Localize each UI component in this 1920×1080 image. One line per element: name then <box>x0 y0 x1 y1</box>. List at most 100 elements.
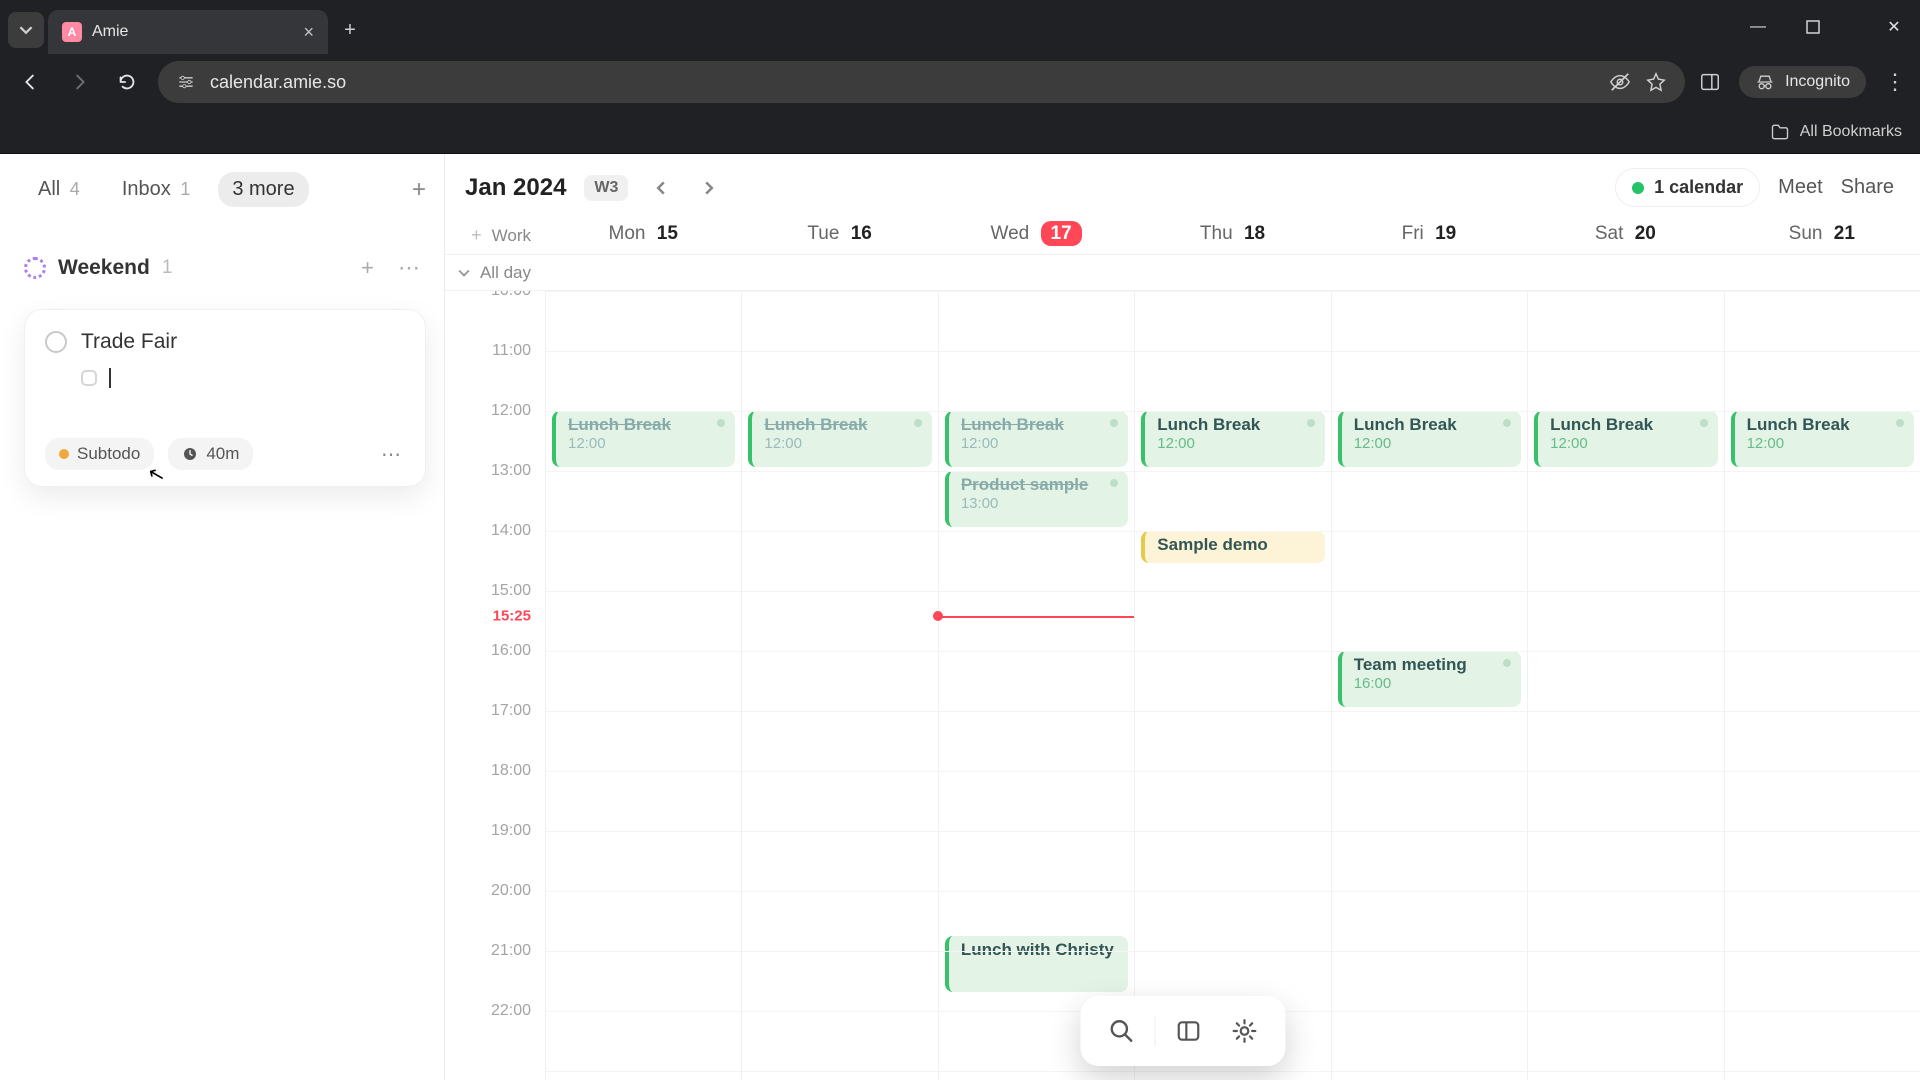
time-label: 19:00 <box>491 822 531 840</box>
tab-title: Amie <box>92 23 128 41</box>
calendar-picker-label: 1 calendar <box>1654 177 1743 198</box>
subtodo-chip[interactable]: Subtodo <box>45 438 154 470</box>
list-color-icon <box>24 257 46 279</box>
share-button[interactable]: Share <box>1841 176 1894 199</box>
time-label: 13:00 <box>491 462 531 480</box>
calendar-event[interactable]: Lunch Break12:00 <box>552 411 735 467</box>
event-status-dot-icon <box>1307 419 1315 427</box>
day-column[interactable]: Lunch Break12:00 <box>545 291 741 1080</box>
dock-separator <box>1154 1016 1155 1046</box>
day-header[interactable]: Tue 16 <box>741 217 937 255</box>
prev-week-button[interactable] <box>646 177 676 199</box>
window-close-button[interactable]: ✕ <box>1874 17 1914 37</box>
time-label: 11:00 <box>492 342 531 360</box>
filter-inbox-count: 1 <box>180 179 190 199</box>
filter-inbox[interactable]: Inbox 1 <box>108 172 205 207</box>
time-label: 15:00 <box>491 582 531 600</box>
layout-icon <box>1175 1018 1201 1044</box>
day-header[interactable]: Fri 19 <box>1331 217 1527 255</box>
list-more-button[interactable]: ⋯ <box>392 255 426 281</box>
time-label: 20:00 <box>491 882 531 900</box>
calendar-event[interactable]: Lunch Break12:00 <box>1534 411 1717 467</box>
work-row-label: Work <box>492 226 531 246</box>
calendar-event[interactable]: Lunch Break12:00 <box>1338 411 1521 467</box>
window-maximize-button[interactable] <box>1806 20 1846 34</box>
kebab-menu-icon[interactable]: ⋮ <box>1884 69 1906 95</box>
url-text: calendar.amie.so <box>210 72 346 93</box>
list-count: 1 <box>162 257 173 279</box>
subtodo-input-caret[interactable] <box>109 368 111 388</box>
bookmarks-folder-icon[interactable] <box>1770 122 1790 142</box>
calendar-event[interactable]: Team meeting16:00 <box>1338 651 1521 707</box>
day-column[interactable]: Lunch Break12:00 <box>741 291 937 1080</box>
day-header[interactable]: Wed 17 <box>938 217 1134 255</box>
calendar-picker[interactable]: 1 calendar <box>1615 168 1760 207</box>
collapse-allday-button[interactable] <box>458 267 470 279</box>
calendar-event[interactable]: Lunch Break12:00 <box>1731 411 1914 467</box>
month-label[interactable]: Jan 2024 <box>465 174 566 202</box>
time-label: 17:00 <box>491 702 531 720</box>
event-status-dot-icon <box>1700 419 1708 427</box>
settings-button[interactable] <box>1221 1008 1267 1054</box>
todo-card[interactable]: Trade Fair Subtodo 40m ⋯ <box>24 309 426 487</box>
clock-icon <box>182 446 198 462</box>
window-minimize-button[interactable]: ― <box>1738 18 1778 36</box>
browser-tab[interactable]: A Amie × <box>48 10 328 54</box>
day-column[interactable]: Lunch Break12:00 <box>1527 291 1723 1080</box>
tracking-icon[interactable] <box>1609 71 1631 93</box>
search-icon <box>1108 1018 1134 1044</box>
time-label: 22:00 <box>491 1002 531 1020</box>
list-name[interactable]: Weekend <box>58 256 150 280</box>
day-header[interactable]: Sun 21 <box>1724 217 1920 255</box>
calendar-event[interactable]: Lunch Break12:00 <box>1141 411 1324 467</box>
sidebar: All 4 Inbox 1 3 more + Weekend 1 + ⋯ Tra… <box>0 154 445 1080</box>
calendar-event[interactable]: Lunch Break12:00 <box>748 411 931 467</box>
todo-checkbox[interactable] <box>45 331 67 353</box>
time-label: 21:00 <box>491 942 531 960</box>
week-badge[interactable]: W3 <box>584 175 628 201</box>
search-button[interactable] <box>1098 1008 1144 1054</box>
time-label: 12:00 <box>491 402 531 420</box>
new-tab-button[interactable]: + <box>332 12 368 48</box>
meet-button[interactable]: Meet <box>1778 176 1822 199</box>
all-bookmarks-link[interactable]: All Bookmarks <box>1800 123 1902 141</box>
day-header[interactable]: Thu 18 <box>1134 217 1330 255</box>
close-tab-icon[interactable]: × <box>303 22 314 43</box>
reload-button[interactable] <box>110 65 144 99</box>
site-settings-icon[interactable] <box>176 72 196 92</box>
time-label: 10:00 <box>491 291 531 300</box>
current-time-label: 15:25 <box>493 607 531 624</box>
day-column[interactable]: Lunch Break12:00Product sample13:00 Lunch… <box>938 291 1134 1080</box>
todo-title[interactable]: Trade Fair <box>81 330 177 354</box>
calendar-event[interactable]: Sample demo <box>1141 531 1324 563</box>
day-header[interactable]: Mon 15 <box>545 217 741 255</box>
work-add-button[interactable]: + <box>471 225 482 246</box>
address-bar[interactable]: calendar.amie.so <box>158 61 1685 103</box>
calendar-event[interactable]: Lunch Break12:00 <box>945 411 1128 467</box>
layout-button[interactable] <box>1165 1008 1211 1054</box>
subtodo-checkbox[interactable] <box>81 370 97 386</box>
add-list-button[interactable]: + <box>412 176 426 204</box>
filter-all[interactable]: All 4 <box>24 172 94 207</box>
add-todo-button[interactable]: + <box>355 255 380 281</box>
calendar-event[interactable]: Lunch with Christy <box>945 936 1128 992</box>
tab-search-button[interactable] <box>8 12 44 48</box>
day-column[interactable]: Lunch Break12:00 Sample demo <box>1134 291 1330 1080</box>
sidepanel-icon[interactable] <box>1699 71 1721 93</box>
day-column[interactable]: Lunch Break12:00 Team meeting16:00 <box>1331 291 1527 1080</box>
filter-more[interactable]: 3 more <box>218 172 308 207</box>
duration-chip[interactable]: 40m <box>168 438 253 470</box>
time-label: 14:00 <box>491 522 531 540</box>
nav-back-button[interactable] <box>14 65 48 99</box>
time-label: 16:00 <box>491 642 531 660</box>
day-column[interactable]: Lunch Break12:00 <box>1724 291 1920 1080</box>
todo-more-button[interactable]: ⋯ <box>381 442 403 467</box>
next-week-button[interactable] <box>694 177 724 199</box>
duration-chip-label: 40m <box>206 444 239 464</box>
time-label: 18:00 <box>491 762 531 780</box>
incognito-indicator[interactable]: Incognito <box>1739 66 1866 98</box>
nav-forward-button[interactable] <box>62 65 96 99</box>
day-header[interactable]: Sat 20 <box>1527 217 1723 255</box>
bookmark-star-icon[interactable] <box>1645 71 1667 93</box>
calendar-event[interactable]: Product sample13:00 <box>945 471 1128 527</box>
